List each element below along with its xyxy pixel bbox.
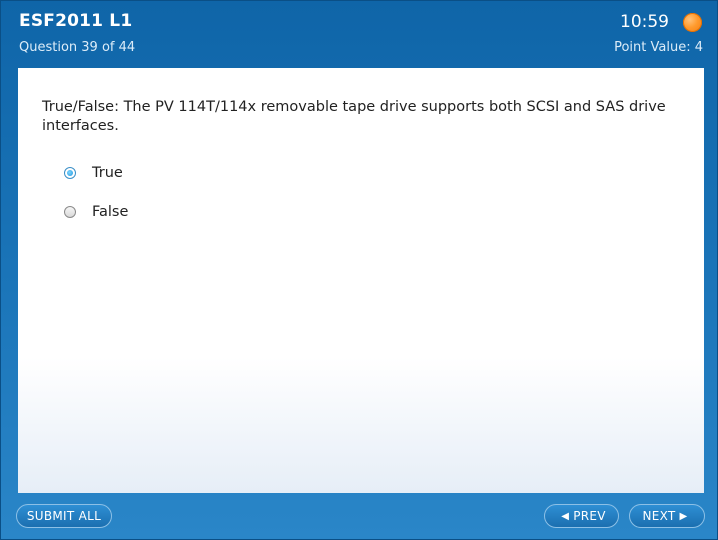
radio-true[interactable] [64,167,76,179]
submit-all-label: SUBMIT ALL [26,509,102,523]
prev-button[interactable]: ◀​ PREV [544,504,619,528]
option-true[interactable]: True [64,165,123,181]
question-panel: True/False: The PV 114T/114x removable t… [18,68,704,493]
prev-label: PREV [573,509,606,523]
option-false[interactable]: False [64,204,128,220]
option-label: False [92,204,129,220]
prev-arrow-icon: ◀​ [561,510,570,522]
clock-icon [683,13,702,32]
next-label: NEXT [642,509,676,523]
submit-all-button[interactable]: SUBMIT ALL [16,504,112,528]
radio-false[interactable] [64,206,76,218]
quiz-window: ESF2011 L1 Question 39 of 44 10:59 Point… [0,0,718,540]
next-arrow-icon: ▶ [679,510,688,522]
question-counter: Question 39 of 44 [19,40,136,55]
option-label: True [92,165,123,181]
timer-display: 10:59 [620,12,669,32]
course-title: ESF2011 L1 [19,11,133,31]
next-button[interactable]: NEXT ▶ [629,504,705,528]
point-value: Point Value: 4 [614,40,703,55]
question-text: True/False: The PV 114T/114x removable t… [42,99,666,134]
